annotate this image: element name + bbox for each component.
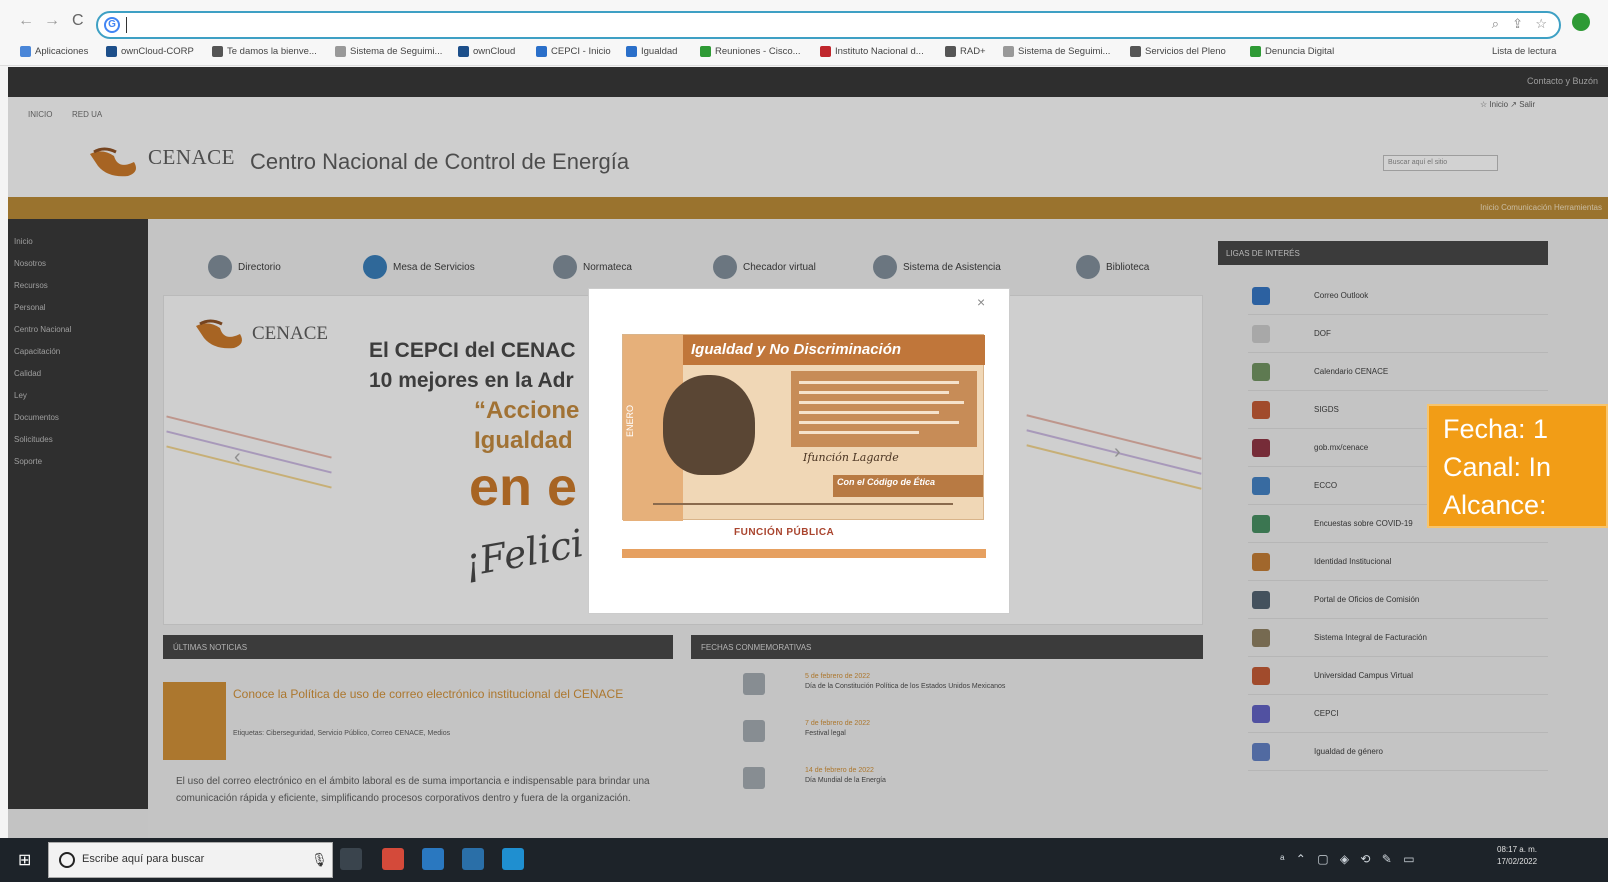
star-icon[interactable]: ☆ [1535, 16, 1547, 32]
bookmark-icon [1003, 46, 1014, 57]
bookmark-icon [820, 46, 831, 57]
announcement-modal: × ENERO Igualdad y No Discriminación Ifu… [588, 288, 1010, 614]
google-icon: G [104, 17, 120, 33]
poster-code-band: Con el Código de Ética [833, 475, 983, 497]
stamp-date: Fecha: 1 [1443, 414, 1549, 444]
zoom-icon[interactable]: ⌕ [1492, 16, 1499, 32]
bookmark-label: Te damos la bienve... [227, 46, 317, 57]
text-line [799, 421, 959, 424]
poster-signature: Ifunción Lagarde [803, 451, 899, 464]
bookmark-label: Reuniones - Cisco... [715, 46, 801, 57]
text-line [799, 381, 959, 384]
text-cursor [126, 17, 127, 33]
clock-time: 08:17 a. m. [1497, 845, 1538, 854]
reading-list-label: Lista de lectura [1492, 46, 1557, 57]
browser-toolbar: ← → C G ⌕ ⇪ ☆ [0, 0, 1608, 40]
bookmark-item[interactable]: Reuniones - Cisco... [700, 46, 801, 57]
bookmark-item[interactable]: Igualdad [626, 46, 677, 57]
windows-start-icon[interactable]: ⊞ [18, 850, 31, 870]
bookmark-icon [20, 46, 31, 57]
reading-list-button[interactable]: Lista de lectura [1492, 46, 1556, 57]
bookmark-item[interactable]: Denuncia Digital [1250, 46, 1334, 57]
bookmark-label: Igualdad [641, 46, 678, 57]
bookmark-label: CEPCI - Inicio [551, 46, 611, 57]
cortana-icon [59, 852, 75, 868]
bookmark-icon [626, 46, 637, 57]
bookmark-label: ownCloud-CORP [121, 46, 194, 57]
close-icon[interactable]: × [977, 294, 985, 310]
mail-app-icon[interactable] [502, 848, 524, 870]
bookmark-item[interactable]: Aplicaciones [20, 46, 88, 57]
bookmark-item[interactable]: ownCloud [458, 46, 515, 57]
poster-code-text: Con el Código de Ética [837, 477, 936, 487]
bookmark-item[interactable]: Servicios del Pleno [1130, 46, 1226, 57]
bookmark-icon [536, 46, 547, 57]
bookmark-icon [945, 46, 956, 57]
bookmark-item[interactable]: ownCloud-CORP [106, 46, 194, 57]
text-line [799, 401, 964, 404]
bookmark-item[interactable]: CEPCI - Inicio [536, 46, 611, 57]
bookmark-icon [335, 46, 346, 57]
bookmark-label: Instituto Nacional d... [835, 46, 924, 57]
address-bar[interactable]: G ⌕ ⇪ ☆ [96, 11, 1561, 39]
bookmark-item[interactable]: Te damos la bienve... [212, 46, 317, 57]
store-app-icon[interactable] [462, 848, 484, 870]
bookmark-icon [1130, 46, 1141, 57]
bookmark-label: RAD+ [960, 46, 986, 57]
windows-taskbar: ⊞ Escribe aquí para buscar 🎙 ᵃ ⌃ ▢ ◈ ⟲ ✎… [0, 838, 1608, 882]
bookmark-icon [212, 46, 223, 57]
forward-icon[interactable]: → [44, 12, 60, 30]
funcion-publica-logo: FUNCIÓN PÚBLICA [734, 527, 835, 538]
stamp-scope: Alcance: [1443, 490, 1547, 520]
date-channel-stamp: Fecha: 1 Canal: In Alcance: [1427, 404, 1608, 528]
task-view-app-icon[interactable] [340, 848, 362, 870]
text-line [799, 431, 919, 434]
bookmark-icon [106, 46, 117, 57]
clock-date: 17/02/2022 [1497, 857, 1538, 866]
poster-title: Igualdad y No Discriminación [691, 341, 902, 358]
bookmark-item[interactable]: Sistema de Seguimi... [1003, 46, 1110, 57]
text-line [799, 391, 949, 394]
equality-poster-image[interactable]: ENERO Igualdad y No Discriminación Ifunc… [622, 334, 985, 521]
bookmark-label: Denuncia Digital [1265, 46, 1335, 57]
poster-month: ENERO [625, 405, 635, 438]
poster-bottom-bar [622, 549, 986, 558]
bookmark-label: Servicios del Pleno [1145, 46, 1226, 57]
bookmark-icon [700, 46, 711, 57]
bookmarks-bar: Aplicaciones ownCloud-CORP Te damos la bie… [0, 40, 1608, 66]
bookmark-item[interactable]: Sistema de Seguimi... [335, 46, 442, 57]
text-line [799, 411, 939, 414]
bookmark-icon [1250, 46, 1261, 57]
bookmark-label: ownCloud [473, 46, 516, 57]
bookmark-item[interactable]: RAD+ [945, 46, 986, 57]
bookmark-icon [458, 46, 469, 57]
poster-quote-block [791, 371, 977, 447]
taskbar-clock[interactable]: 08:17 a. m. 17/02/2022 [1497, 844, 1537, 868]
taskbar-search-placeholder: Escribe aquí para buscar [82, 853, 205, 865]
edge-app-icon[interactable] [422, 848, 444, 870]
bookmark-item[interactable]: Instituto Nacional d... [820, 46, 924, 57]
system-tray-icons[interactable]: ᵃ ⌃ ▢ ◈ ⟲ ✎ ▭ [1280, 852, 1419, 866]
bookmark-label: Sistema de Seguimi... [350, 46, 443, 57]
share-icon[interactable]: ⇪ [1512, 16, 1523, 32]
bookmark-label: Aplicaciones [35, 46, 89, 57]
chrome-app-icon[interactable] [382, 848, 404, 870]
microphone-icon[interactable]: 🎙 [311, 852, 328, 868]
stamp-channel: Canal: In [1443, 452, 1552, 482]
profile-icon[interactable] [1572, 13, 1590, 31]
reload-icon[interactable]: C [72, 12, 84, 30]
bookmark-label: Sistema de Seguimi... [1018, 46, 1111, 57]
poster-footer-line [653, 503, 953, 505]
taskbar-search-box[interactable]: Escribe aquí para buscar 🎙 [48, 842, 333, 878]
back-icon[interactable]: ← [18, 12, 34, 30]
portrait-image [663, 375, 755, 475]
